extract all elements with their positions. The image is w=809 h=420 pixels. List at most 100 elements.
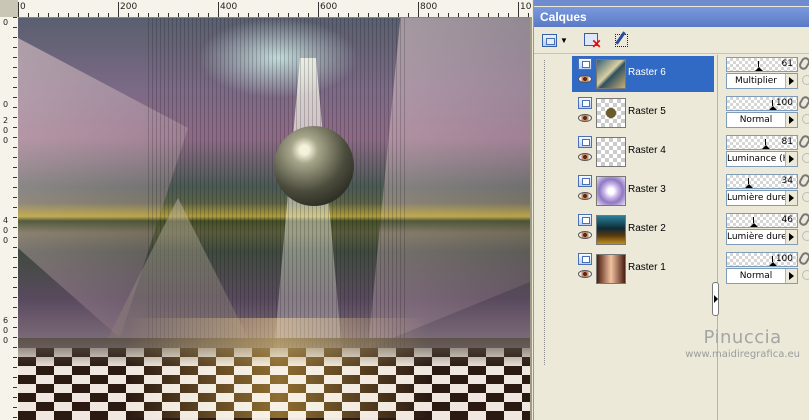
layer-thumbnail <box>596 137 626 167</box>
ruler-tick: 0 <box>2 336 9 345</box>
opacity-slider[interactable]: 100 <box>726 96 798 111</box>
ruler-tick: 0 <box>2 226 9 235</box>
delete-layer-icon: ✕ <box>583 33 602 50</box>
collapse-panel-button[interactable] <box>712 282 719 316</box>
ruler-tick: 800 <box>417 2 438 17</box>
blend-mode-label: Multiplier <box>735 76 777 86</box>
visibility-eye-icon[interactable] <box>578 75 592 83</box>
raster-layer-icon <box>578 253 592 265</box>
chevron-down-icon: ▼ <box>560 35 568 45</box>
blend-mode-select[interactable]: Multiplier <box>726 73 798 89</box>
layer-row[interactable]: Raster 6 <box>550 55 716 93</box>
lock-icon[interactable] <box>802 75 809 85</box>
ruler-tick: 0 <box>2 18 9 27</box>
link-icon[interactable] <box>797 211 809 228</box>
layer-row[interactable]: Raster 4 <box>550 133 716 171</box>
opacity-knob[interactable] <box>754 61 763 71</box>
lock-icon[interactable] <box>802 231 809 241</box>
ruler-tick: 0 <box>2 100 9 109</box>
new-layer-button[interactable]: ▼ <box>540 30 570 50</box>
layer-row[interactable]: Raster 2 <box>550 211 716 249</box>
raster-layer-icon <box>578 97 592 109</box>
ruler-vertical: 0 0 2 0 0 4 0 0 6 0 0 <box>0 17 19 420</box>
visibility-eye-icon[interactable] <box>578 153 592 161</box>
ruler-tick: 400 <box>217 2 238 17</box>
image-canvas[interactable] <box>18 18 530 420</box>
tree-connector <box>544 60 546 365</box>
blend-mode-label: Lumière dure <box>727 232 787 242</box>
opacity-value: 100 <box>775 254 793 264</box>
layer-list: Raster 6 Raster 5 Raster 4 Raster 3 Rast… <box>550 55 716 420</box>
opacity-value: 46 <box>781 215 793 225</box>
lock-icon[interactable] <box>802 192 809 202</box>
watermark-title: Pinuccia <box>703 327 782 348</box>
delete-layer-button[interactable]: ✕ <box>580 30 602 50</box>
opacity-slider[interactable]: 100 <box>726 252 798 267</box>
watermark: Pinuccia www.maidiregrafica.eu <box>685 327 800 360</box>
panel-title[interactable]: Calques <box>534 7 809 27</box>
lock-icon[interactable] <box>802 153 809 163</box>
visibility-eye-icon[interactable] <box>578 231 592 239</box>
opacity-slider[interactable]: 61 <box>726 57 798 72</box>
link-icon[interactable] <box>797 172 809 189</box>
layer-row[interactable]: Raster 1 <box>550 250 716 288</box>
ruler-tick: 10 <box>517 2 532 17</box>
blend-mode-label: Normal <box>739 271 773 281</box>
raster-layer-icon <box>578 58 592 70</box>
lock-icon[interactable] <box>802 114 809 124</box>
opacity-knob[interactable] <box>749 217 758 227</box>
blend-mode-label: Normal <box>739 115 773 125</box>
link-icon[interactable] <box>797 133 809 150</box>
ruler-tick: 0 <box>2 126 9 135</box>
dropdown-arrow-icon[interactable] <box>785 191 797 205</box>
layer-list-scrollbar[interactable] <box>717 55 724 420</box>
layer-thumbnail <box>596 176 626 206</box>
ruler-tick: 0 <box>18 2 26 17</box>
edit-selection-button[interactable] <box>610 30 632 50</box>
layer-properties-row: 100 Normal <box>726 94 809 132</box>
ruler-tick: 0 <box>2 326 9 335</box>
layer-name: Raster 2 <box>628 223 666 234</box>
opacity-knob[interactable] <box>745 178 754 188</box>
blend-mode-select[interactable]: Normal <box>726 268 798 284</box>
layer-name: Raster 5 <box>628 106 666 117</box>
blend-mode-select[interactable]: Luminance (H) <box>726 151 798 167</box>
ruler-tick: 600 <box>317 2 338 17</box>
dropdown-arrow-icon[interactable] <box>785 269 797 283</box>
blend-mode-select[interactable]: Lumière dure <box>726 229 798 245</box>
link-icon[interactable] <box>797 250 809 267</box>
dropdown-arrow-icon[interactable] <box>785 74 797 88</box>
layer-name: Raster 1 <box>628 262 666 273</box>
layer-thumbnail <box>596 254 626 284</box>
opacity-slider[interactable]: 46 <box>726 213 798 228</box>
blend-mode-select[interactable]: Lumière dure <box>726 190 798 206</box>
opacity-value: 61 <box>781 59 793 69</box>
ruler-tick: 0 <box>2 236 9 245</box>
link-icon[interactable] <box>797 94 809 111</box>
layer-name: Raster 3 <box>628 184 666 195</box>
layer-thumbnail <box>596 215 626 245</box>
layers-toolbar: ▼ ✕ <box>534 27 809 54</box>
layer-thumbnail <box>596 98 626 128</box>
layer-row[interactable]: Raster 3 <box>550 172 716 210</box>
raster-layer-icon <box>578 214 592 226</box>
visibility-eye-icon[interactable] <box>578 270 592 278</box>
lock-icon[interactable] <box>802 270 809 280</box>
watermark-url: www.maidiregrafica.eu <box>685 349 800 360</box>
visibility-eye-icon[interactable] <box>578 192 592 200</box>
blend-mode-label: Luminance (H) <box>727 154 793 164</box>
layer-name: Raster 6 <box>628 67 666 78</box>
dropdown-arrow-icon[interactable] <box>785 230 797 244</box>
opacity-slider[interactable]: 81 <box>726 135 798 150</box>
opacity-slider[interactable]: 34 <box>726 174 798 189</box>
link-icon[interactable] <box>797 55 809 72</box>
blend-mode-select[interactable]: Normal <box>726 112 798 128</box>
dropdown-arrow-icon[interactable] <box>785 152 797 166</box>
layer-row[interactable]: Raster 5 <box>550 94 716 132</box>
layers-panel: Calques ▼ ✕ Raster 6 Raster 5 Raster 4 R… <box>533 0 809 420</box>
visibility-eye-icon[interactable] <box>578 114 592 122</box>
dropdown-arrow-icon[interactable] <box>785 113 797 127</box>
raster-layer-icon <box>578 175 592 187</box>
opacity-knob[interactable] <box>762 139 771 149</box>
canvas-scrollbar[interactable] <box>530 17 532 420</box>
